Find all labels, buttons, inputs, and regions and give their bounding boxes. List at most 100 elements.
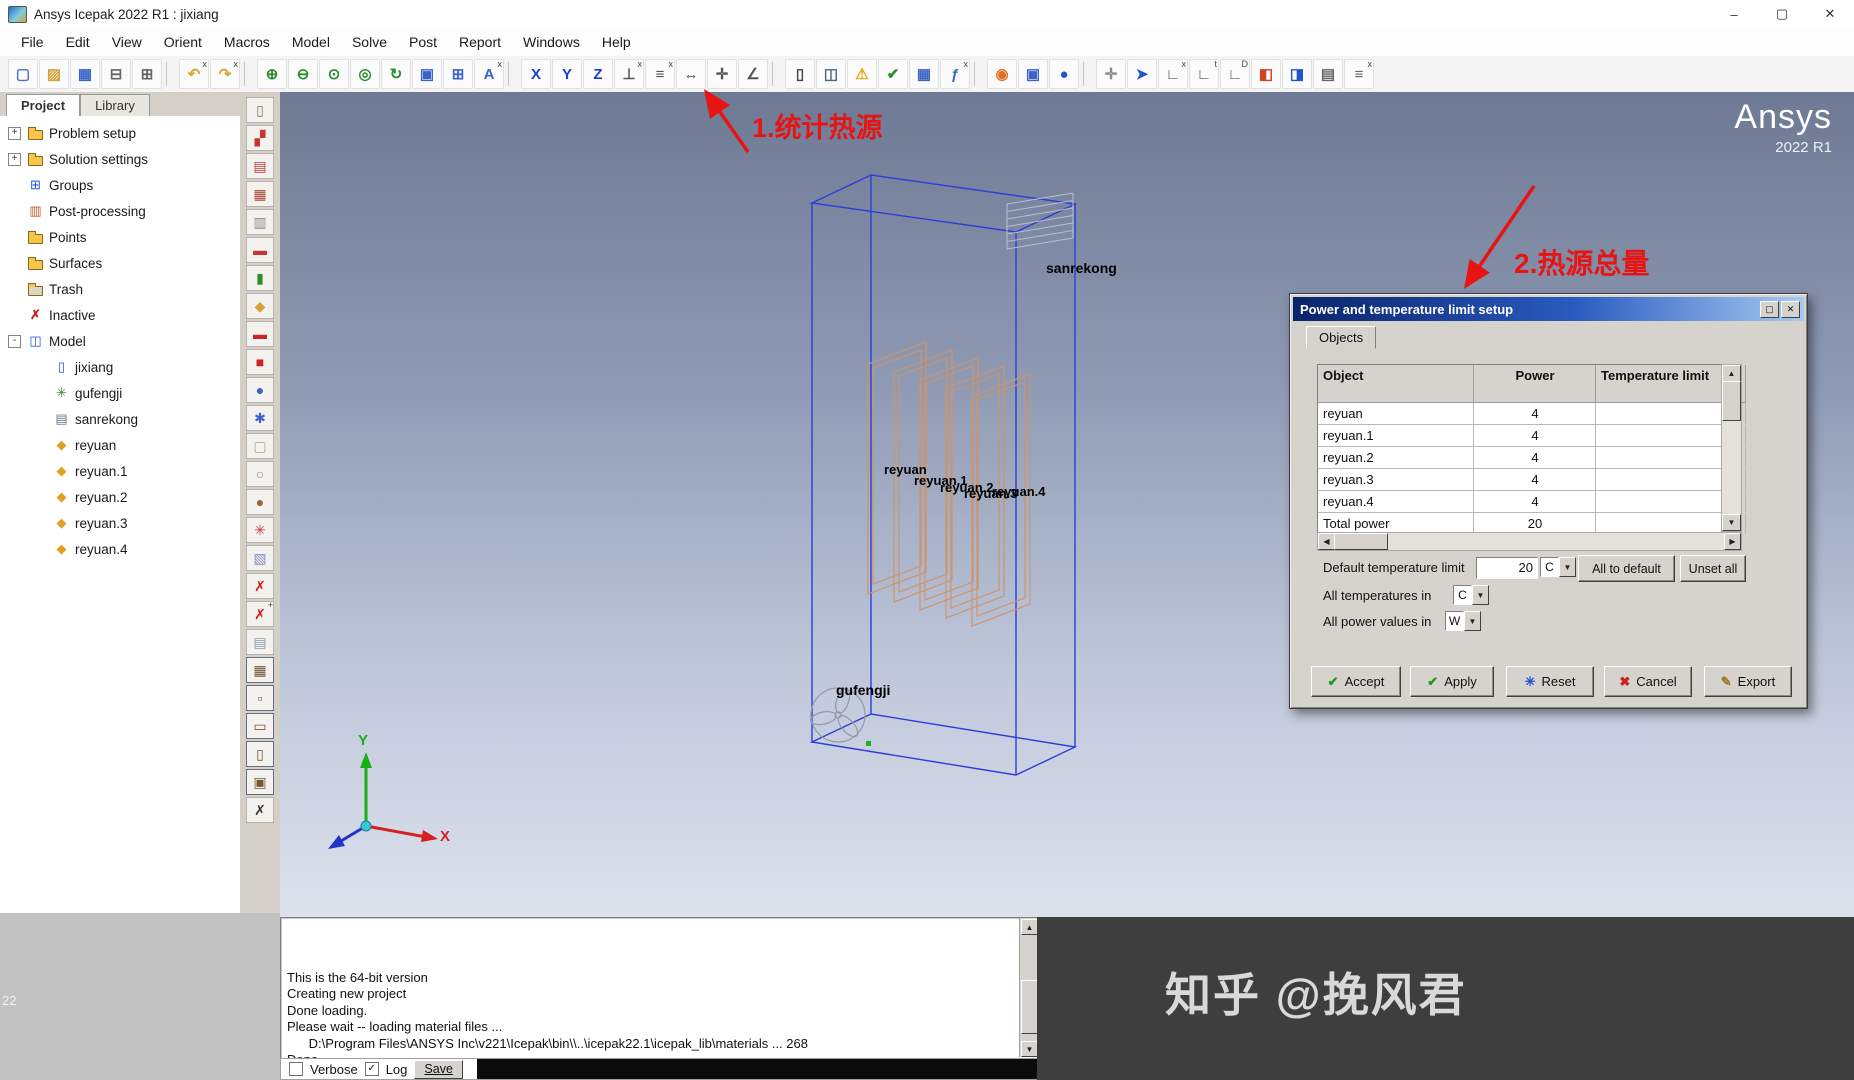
scroll-thumb[interactable] [1722, 381, 1741, 421]
tree-toggle[interactable]: - [8, 334, 21, 348]
all-temperatures-unit-dropdown[interactable]: C ▼ [1453, 585, 1489, 605]
open-folder-icon[interactable]: ▨ [39, 59, 69, 89]
apply-button[interactable]: ✔ Apply [1410, 666, 1494, 697]
surface-monitor-icon[interactable]: ▭ [246, 713, 274, 739]
menu-item[interactable]: Post [398, 30, 448, 54]
report-doc-icon[interactable]: ▤ [1313, 59, 1343, 89]
scroll-down-icon[interactable]: ▼ [1722, 514, 1741, 531]
move-tool-icon[interactable]: ✛ [1096, 59, 1126, 89]
close-button[interactable]: ✕ [1806, 1, 1854, 28]
tree-item-points[interactable]: Points [0, 224, 240, 250]
assembly-tool-icon[interactable]: ▞ [246, 125, 274, 151]
point-monitor-icon[interactable]: ▫ [246, 685, 274, 711]
all-power-unit-dropdown[interactable]: W ▼ [1445, 611, 1481, 631]
resistance-tool-icon[interactable]: ▬ [246, 321, 274, 347]
select-arrow-icon[interactable]: ➤ [1127, 59, 1157, 89]
scale-to-fit-icon[interactable]: ◎ [350, 59, 380, 89]
menu-item[interactable]: Macros [213, 30, 281, 54]
source-tool-icon[interactable]: ◆ [246, 293, 274, 319]
disc-tool-icon[interactable]: ● [246, 377, 274, 403]
tree-item-reyuan-4[interactable]: reyuan.4 [0, 536, 240, 562]
cell-power[interactable]: 20 [1474, 513, 1596, 534]
cylinder-tool-icon[interactable]: ○ [246, 461, 274, 487]
message-console[interactable]: This is the 64-bit version Creating new p… [280, 917, 1039, 1067]
orbit-icon[interactable]: ◉ [987, 59, 1017, 89]
preferences-icon[interactable]: ≡ x [1344, 59, 1374, 89]
trace-region-icon[interactable]: ▯ [246, 741, 274, 767]
menu-item[interactable]: Solve [341, 30, 398, 54]
tree-item-inactive[interactable]: Inactive [0, 302, 240, 328]
zoom-out-icon[interactable]: ⊖ [288, 59, 318, 89]
model-3d-icon[interactable]: ◫ [816, 59, 846, 89]
accept-button[interactable]: ✔ Accept [1311, 666, 1401, 697]
tree-toggle[interactable]: + [8, 126, 21, 140]
vent-grille[interactable] [1006, 192, 1074, 250]
edit-plane-d-icon[interactable]: ∟ D [1220, 59, 1250, 89]
power-temperature-setup-icon[interactable]: ▯ [785, 59, 815, 89]
axis-y-icon[interactable]: Y [552, 59, 582, 89]
tree-item-model[interactable]: - Model [0, 328, 240, 354]
verbose-checkbox[interactable] [289, 1062, 303, 1076]
gear-tool-icon[interactable]: ✱ [246, 405, 274, 431]
tab-library[interactable]: Library [80, 94, 150, 116]
scroll-up-icon[interactable]: ▲ [1021, 919, 1038, 935]
enclosure-tool-icon[interactable]: ▮ [246, 265, 274, 291]
save-icon[interactable]: ▦ [70, 59, 100, 89]
mesh-region-icon[interactable]: ▦ [246, 657, 274, 683]
tree-item-problem-setup[interactable]: + Problem setup [0, 120, 240, 146]
scroll-down-icon[interactable]: ▼ [1021, 1041, 1038, 1057]
toolbar-icon[interactable] [244, 62, 253, 86]
tree-item-trash[interactable]: Trash [0, 276, 240, 302]
tree-item-post-processing[interactable]: Post-processing [0, 198, 240, 224]
scroll-right-icon[interactable]: ▶ [1724, 533, 1741, 550]
align-face-icon[interactable]: ⊥ x [614, 59, 644, 89]
toolbar-icon[interactable] [772, 62, 781, 86]
validate-icon[interactable]: ✔ [878, 59, 908, 89]
menu-item[interactable]: View [101, 30, 153, 54]
menu-item[interactable]: Orient [153, 30, 213, 54]
chevron-down-icon[interactable]: ▼ [1472, 585, 1489, 605]
cell-power[interactable]: 4 [1474, 447, 1596, 468]
edit-plane-t-icon[interactable]: ∟ t [1189, 59, 1219, 89]
pcb-tool-icon[interactable]: ▧ [246, 545, 274, 571]
dialog-close-button[interactable]: ✕ [1781, 300, 1800, 318]
tree-item-reyuan-2[interactable]: reyuan.2 [0, 484, 240, 510]
cancel-button[interactable]: ✖ Cancel [1604, 666, 1692, 697]
angle-icon[interactable]: ∠ [738, 59, 768, 89]
chevron-down-icon[interactable]: ▼ [1559, 557, 1576, 577]
check-model-icon[interactable]: ⚠ [847, 59, 877, 89]
rotate-view-icon[interactable]: ↻ [381, 59, 411, 89]
axis-x-icon[interactable]: X [521, 59, 551, 89]
menu-item[interactable]: Report [448, 30, 512, 54]
reset-button[interactable]: ✳ Reset [1506, 666, 1594, 697]
tree-item-gufengji[interactable]: gufengji [0, 380, 240, 406]
tree-item-groups[interactable]: Groups [0, 172, 240, 198]
menu-item[interactable]: Model [281, 30, 341, 54]
cell-power[interactable]: 4 [1474, 403, 1596, 424]
toolbar-icon[interactable] [974, 62, 983, 86]
cell-power[interactable]: 4 [1474, 469, 1596, 490]
tree-item-reyuan-3[interactable]: reyuan.3 [0, 510, 240, 536]
block-tool-icon[interactable]: ■ [246, 349, 274, 375]
menu-item[interactable]: Windows [512, 30, 591, 54]
maximize-button[interactable]: ▢ [1758, 1, 1806, 28]
plate-tool-icon[interactable]: ▬ [246, 237, 274, 263]
tree-item-reyuan[interactable]: reyuan [0, 432, 240, 458]
heat-exchanger-tool-icon[interactable]: ▤ [246, 153, 274, 179]
delete-object-icon[interactable]: ✗ [246, 573, 274, 599]
export-button[interactable]: ✎ Export [1704, 666, 1792, 697]
fan-tool-icon[interactable]: ✳ [246, 517, 274, 543]
copy-sheet-icon[interactable]: ▤ [246, 629, 274, 655]
menu-item[interactable]: Help [591, 30, 642, 54]
chevron-down-icon[interactable]: ▼ [1464, 611, 1481, 631]
default-temp-unit-dropdown[interactable]: C ▼ [1540, 557, 1576, 577]
probe-icon[interactable]: ▣ [1018, 59, 1048, 89]
scroll-left-icon[interactable]: ◀ [1318, 533, 1335, 550]
new-file-icon[interactable]: ▢ [8, 59, 38, 89]
scroll-thumb-h[interactable] [1334, 533, 1388, 550]
cell-power[interactable]: 4 [1474, 425, 1596, 446]
edit-plane-x-icon[interactable]: ∟ x [1158, 59, 1188, 89]
function-fx-icon[interactable]: ƒ x [940, 59, 970, 89]
print-icon[interactable]: ⊟ [101, 59, 131, 89]
align-center-icon[interactable]: ≡ x [645, 59, 675, 89]
